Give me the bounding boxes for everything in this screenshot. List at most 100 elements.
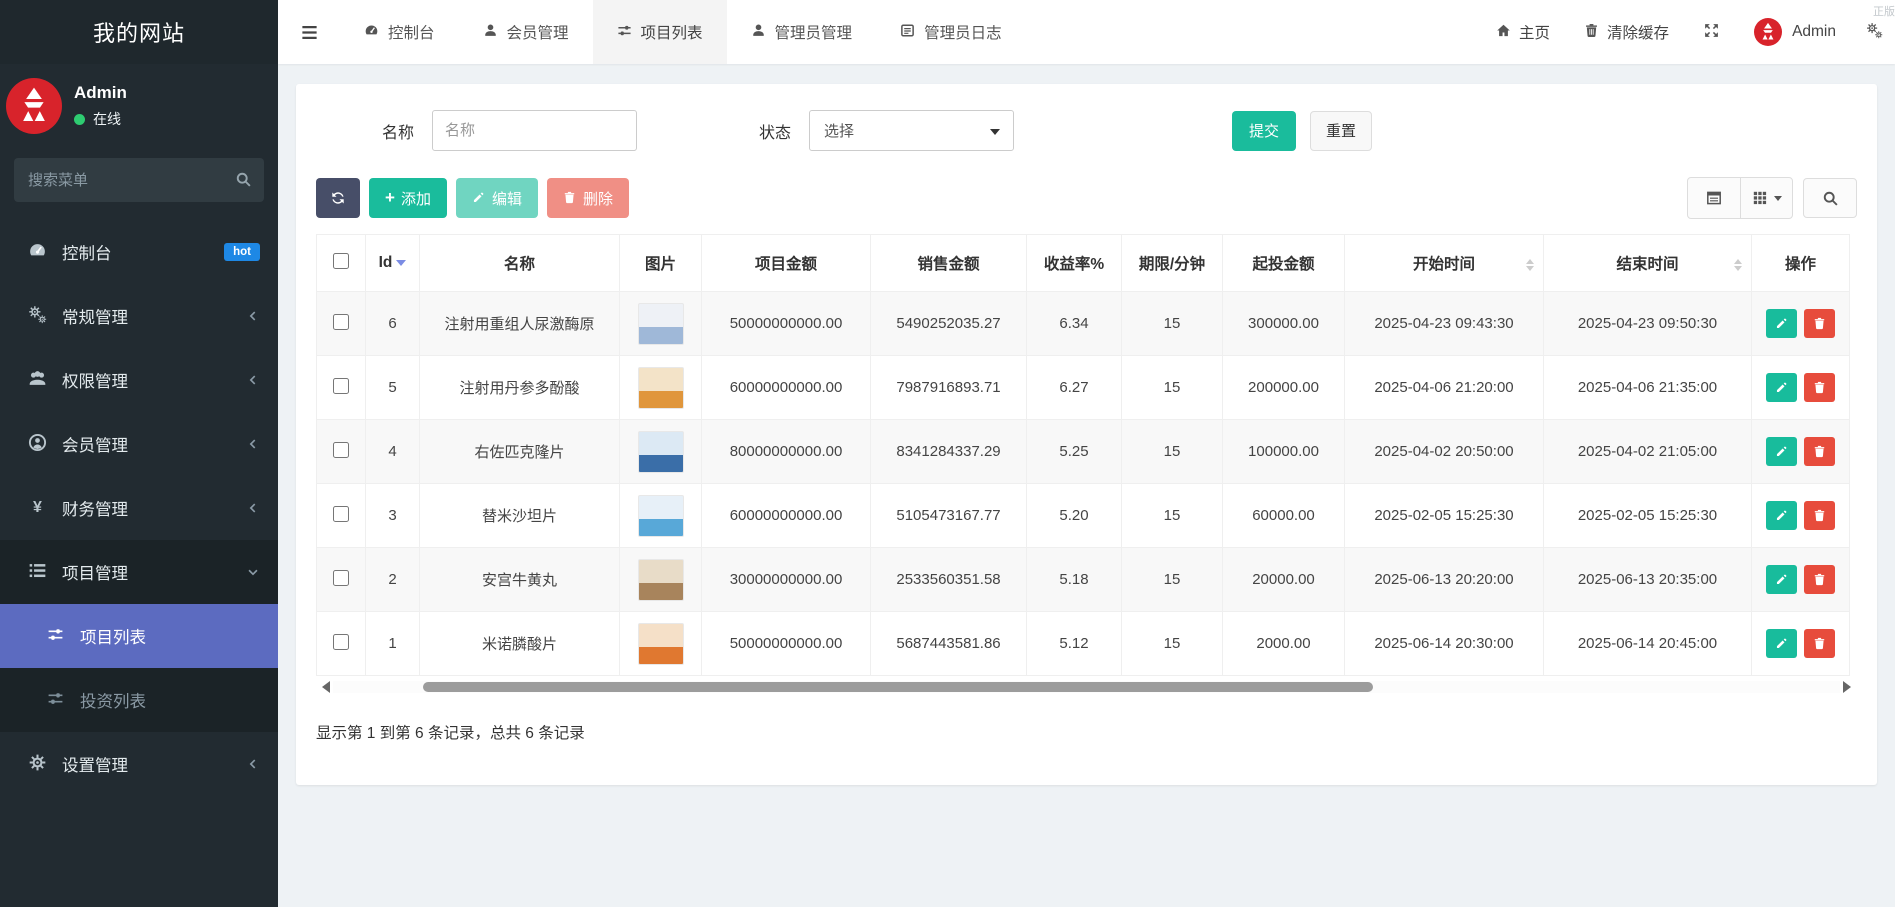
- row-edit-button[interactable]: [1766, 437, 1797, 466]
- column-end_time[interactable]: 结束时间: [1544, 235, 1752, 292]
- tab-project-list[interactable]: 项目列表: [593, 0, 727, 64]
- cell-end-time: 2025-04-02 21:05:00: [1544, 420, 1752, 484]
- row-delete-button[interactable]: [1804, 309, 1835, 338]
- name-filter-label: 名称: [382, 119, 414, 143]
- name-filter-input[interactable]: [432, 110, 637, 151]
- user-circle-icon: [26, 433, 48, 456]
- tab-label: 项目列表: [641, 21, 703, 43]
- scrollbar-track[interactable]: [333, 681, 1840, 693]
- cell-id: 4: [366, 420, 420, 484]
- sidebar-item-project-list[interactable]: 项目列表: [0, 604, 278, 668]
- row-checkbox[interactable]: [333, 442, 349, 458]
- clear-cache-link[interactable]: 清除缓存: [1584, 21, 1669, 43]
- table-row[interactable]: 2安宫牛黄丸30000000000.002533560351.585.18152…: [317, 548, 1850, 612]
- settings-gear-icon[interactable]: [1866, 22, 1883, 42]
- sidebar-item-project[interactable]: 项目管理: [0, 540, 278, 604]
- tab-label: 管理员日志: [924, 21, 1002, 43]
- row-edit-button[interactable]: [1766, 501, 1797, 530]
- row-edit-button[interactable]: [1766, 309, 1797, 338]
- cell-sales: 2533560351.58: [871, 548, 1027, 612]
- sidebar-menu: 控制台hot常规管理权限管理会员管理财务管理项目管理项目列表投资列表设置管理: [0, 220, 278, 796]
- product-image[interactable]: [638, 495, 684, 537]
- row-checkbox[interactable]: [333, 570, 349, 586]
- sidebar-item-auth[interactable]: 权限管理: [0, 348, 278, 412]
- cell-amount: 30000000000.00: [702, 548, 871, 612]
- table-row[interactable]: 1米诺膦酸片50000000000.005687443581.865.12152…: [317, 612, 1850, 676]
- row-checkbox[interactable]: [333, 378, 349, 394]
- tab-label: 控制台: [388, 21, 435, 43]
- table-row[interactable]: 4右佐匹克隆片80000000000.008341284337.295.2515…: [317, 420, 1850, 484]
- row-delete-button[interactable]: [1804, 373, 1835, 402]
- navbar-avatar[interactable]: [1754, 18, 1782, 46]
- product-image[interactable]: [638, 623, 684, 665]
- scroll-left-arrow-icon[interactable]: [316, 681, 330, 693]
- sidebar-item-general[interactable]: 常规管理: [0, 284, 278, 348]
- sidebar-item-console[interactable]: 控制台hot: [0, 220, 278, 284]
- cell-rate: 5.12: [1027, 612, 1122, 676]
- search-icon: [235, 171, 252, 191]
- edit-button[interactable]: 编辑: [456, 178, 538, 218]
- cell-id: 3: [366, 484, 420, 548]
- column-start_time[interactable]: 开始时间: [1345, 235, 1544, 292]
- trash-icon: [1813, 445, 1826, 458]
- avatar: [6, 78, 62, 134]
- sidebar-search-input[interactable]: [14, 158, 264, 202]
- sidebar-item-member[interactable]: 会员管理: [0, 412, 278, 476]
- delete-button[interactable]: 删除: [547, 178, 629, 218]
- table-row[interactable]: 6注射用重组人尿激酶原50000000000.005490252035.276.…: [317, 292, 1850, 356]
- product-image[interactable]: [638, 367, 684, 409]
- row-checkbox[interactable]: [333, 314, 349, 330]
- table-row[interactable]: 3替米沙坦片60000000000.005105473167.775.20156…: [317, 484, 1850, 548]
- submit-button[interactable]: 提交: [1232, 111, 1296, 151]
- row-delete-button[interactable]: [1804, 629, 1835, 658]
- reset-button[interactable]: 重置: [1310, 111, 1372, 151]
- cell-start-time: 2025-06-13 20:20:00: [1345, 548, 1544, 612]
- scroll-right-arrow-icon[interactable]: [1843, 681, 1857, 693]
- row-checkbox[interactable]: [333, 634, 349, 650]
- column-id[interactable]: Id: [366, 235, 420, 292]
- row-edit-button[interactable]: [1766, 629, 1797, 658]
- navbar-user-menu[interactable]: Admin: [1792, 23, 1836, 41]
- cell-amount: 60000000000.00: [702, 356, 871, 420]
- column-sales: 销售金额: [871, 235, 1027, 292]
- product-image[interactable]: [638, 559, 684, 601]
- tab-member[interactable]: 会员管理: [459, 0, 593, 64]
- tab-console[interactable]: 控制台: [340, 0, 459, 64]
- tab-admin[interactable]: 管理员管理: [727, 0, 877, 64]
- cell-min-invest: 60000.00: [1223, 484, 1345, 548]
- scrollbar-thumb[interactable]: [423, 682, 1372, 692]
- cell-end-time: 2025-04-06 21:35:00: [1544, 356, 1752, 420]
- sidebar-item-label: 项目列表: [80, 624, 146, 648]
- row-checkbox[interactable]: [333, 506, 349, 522]
- home-link[interactable]: 主页: [1496, 21, 1550, 43]
- row-delete-button[interactable]: [1804, 437, 1835, 466]
- filter-form: 名称 状态 选择 提交 重置: [316, 110, 1857, 151]
- status-select[interactable]: 选择: [809, 110, 1014, 151]
- fullscreen-button[interactable]: [1703, 22, 1720, 42]
- product-image[interactable]: [638, 431, 684, 473]
- tab-admin-log[interactable]: 管理员日志: [876, 0, 1026, 64]
- row-delete-button[interactable]: [1804, 501, 1835, 530]
- sidebar: 我的网站 Admin 在线 控制台hot常规管理权限管理会员管理财务管理项目管理…: [0, 0, 278, 907]
- table-row[interactable]: 5注射用丹参多酚酸60000000000.007987916893.716.27…: [317, 356, 1850, 420]
- cell-rate: 6.34: [1027, 292, 1122, 356]
- tab-label: 会员管理: [507, 21, 569, 43]
- refresh-button[interactable]: [316, 178, 360, 218]
- cell-period: 15: [1122, 548, 1223, 612]
- project-list-panel: 名称 状态 选择 提交 重置 添加 编辑 删除: [296, 84, 1877, 785]
- sidebar-item-finance[interactable]: 财务管理: [0, 476, 278, 540]
- columns-button[interactable]: [1740, 178, 1792, 218]
- detail-view-button[interactable]: [1688, 178, 1740, 218]
- search-toggle-button[interactable]: [1803, 178, 1857, 218]
- add-button[interactable]: 添加: [369, 178, 447, 218]
- select-all-checkbox[interactable]: [333, 253, 349, 269]
- product-image[interactable]: [638, 303, 684, 345]
- sidebar-item-invest-list[interactable]: 投资列表: [0, 668, 278, 732]
- sort-desc-icon: [396, 260, 406, 271]
- menu-toggle-button[interactable]: [278, 0, 340, 64]
- sidebar-item-label: 设置管理: [62, 752, 128, 776]
- sidebar-item-config[interactable]: 设置管理: [0, 732, 278, 796]
- row-delete-button[interactable]: [1804, 565, 1835, 594]
- row-edit-button[interactable]: [1766, 373, 1797, 402]
- row-edit-button[interactable]: [1766, 565, 1797, 594]
